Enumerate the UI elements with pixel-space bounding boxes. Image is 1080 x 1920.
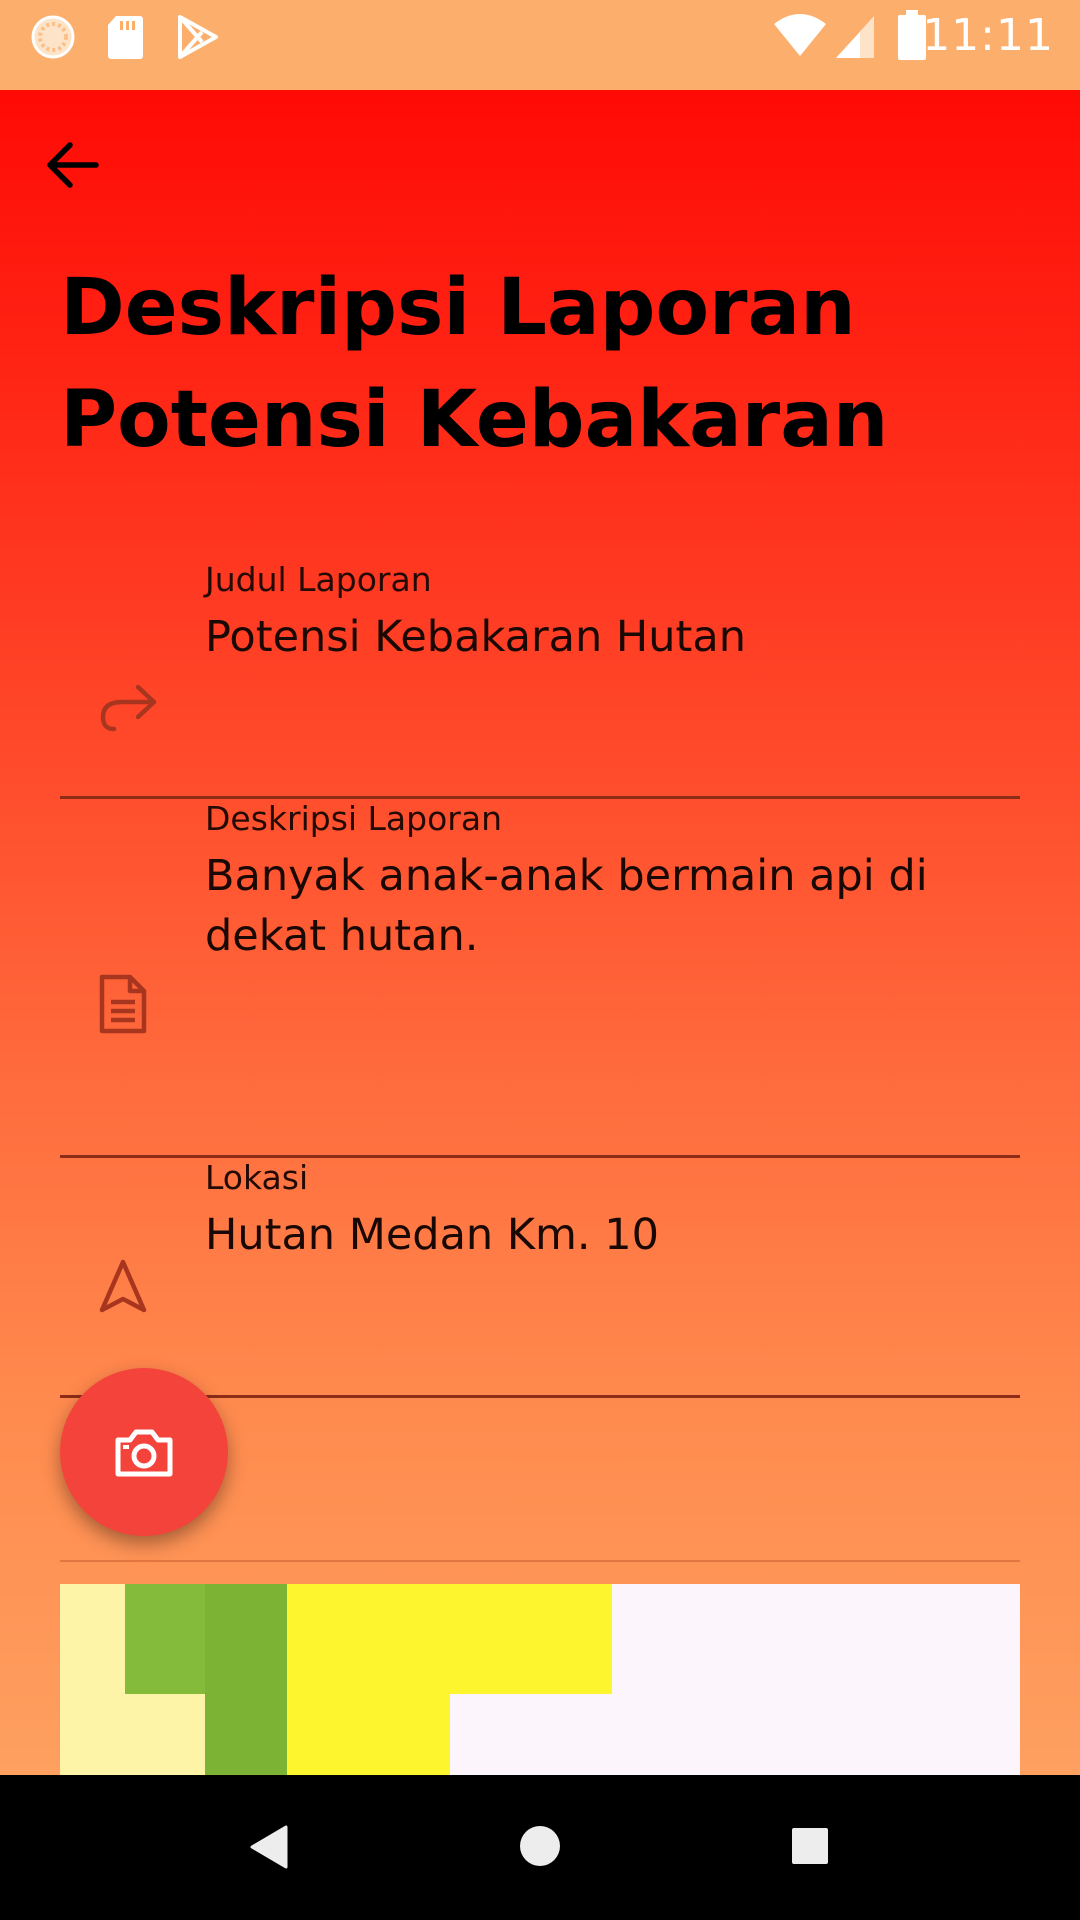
lokasi-field[interactable]: Lokasi Hutan Medan Km. 10 (60, 1158, 1020, 1398)
map-preview[interactable] (60, 1584, 1020, 1775)
home-circle-icon[interactable] (519, 1825, 561, 1871)
status-bar: 11:11 (0, 0, 1080, 90)
map-yellow-area (287, 1584, 612, 1694)
wifi-icon (772, 12, 828, 62)
app-screen: 11:11 Deskripsi Laporan Potensi Kebakara… (0, 0, 1080, 1920)
document-icon (98, 974, 148, 1038)
lokasi-label: Lokasi (205, 1158, 309, 1197)
deskripsi-laporan-value: Banyak anak-anak bermain api di dekat hu… (205, 851, 928, 961)
deskripsi-laporan-field[interactable]: Deskripsi Laporan Banyak anak-anak berma… (60, 799, 1020, 1158)
status-time: 11:11 (922, 10, 1054, 61)
recents-square-icon[interactable] (791, 1827, 829, 1869)
lokasi-value: Hutan Medan Km. 10 (205, 1210, 659, 1260)
back-button[interactable] (40, 130, 106, 200)
navigation-bar (0, 1775, 1080, 1920)
map-green-strip (205, 1584, 287, 1775)
camera-icon (115, 1429, 173, 1477)
page-title-line-2: Potensi Kebakaran (60, 375, 889, 465)
redo-arrow-icon (98, 682, 158, 738)
loading-indicator-icon (30, 14, 76, 64)
report-detail-content[interactable]: Deskripsi Laporan Potensi Kebakaran Judu… (0, 90, 1080, 1775)
page-title: Deskripsi Laporan Potensi Kebakaran (60, 252, 1040, 476)
navigation-icon (98, 1258, 148, 1318)
cellular-signal-icon (834, 14, 876, 64)
map-yellow-strip (287, 1694, 450, 1775)
section-divider (60, 1560, 1020, 1562)
page-title-line-1: Deskripsi Laporan (60, 263, 856, 353)
arrow-left-icon (47, 142, 99, 188)
camera-button[interactable] (60, 1368, 228, 1536)
play-store-icon (176, 14, 220, 64)
back-triangle-icon[interactable] (248, 1825, 288, 1873)
deskripsi-laporan-label: Deskripsi Laporan (205, 799, 502, 838)
sd-card-icon (106, 14, 144, 64)
judul-laporan-field[interactable]: Judul Laporan Potensi Kebakaran Hutan (60, 560, 1020, 799)
judul-laporan-label: Judul Laporan (205, 560, 432, 599)
judul-laporan-value: Potensi Kebakaran Hutan (205, 612, 746, 662)
